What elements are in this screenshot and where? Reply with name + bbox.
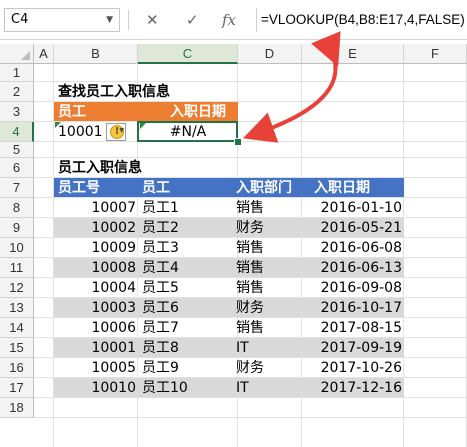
select-all-button[interactable] [0,44,34,64]
table-cell-id: 10005 [91,360,136,376]
table-cell-date: 2016-01-10 [320,200,402,216]
insert-function-icon[interactable]: fx [222,10,236,30]
table-cell-date: 2016-10-17 [320,300,402,316]
row-header-5[interactable]: 5 [0,142,34,158]
row-header-17[interactable]: 17 [0,378,34,398]
row-header-18[interactable]: 18 [0,398,34,418]
table-cell-employee: 员工7 [142,320,179,336]
table-cell-department: 销售 [236,200,264,216]
chevron-down-icon[interactable]: ▼ [106,9,113,31]
lookup-header-date: 入职日期 [170,104,226,120]
table-cell-employee: 员工4 [142,260,179,276]
row-header-8[interactable]: 8 [0,198,34,218]
table-cell-id: 10009 [91,240,136,256]
gridline [34,417,467,418]
fill-handle[interactable] [234,138,242,146]
table-cell-id: 10001 [91,340,136,356]
column-header-a[interactable]: A [34,44,54,64]
table-cell-employee: 员工3 [142,240,179,256]
table-cell-employee: 员工5 [142,280,179,296]
table-cell-department: IT [236,340,249,356]
table-cell-id: 10010 [91,380,136,396]
table-cell-department: 销售 [236,260,264,276]
lookup-title: 查找员工入职信息 [58,84,170,100]
table-cell-date: 2016-09-08 [320,280,402,296]
table-cell-department: IT [236,380,249,396]
table-cell-department: 财务 [236,220,264,236]
table-cell-id: 10003 [91,300,136,316]
chevron-down-icon[interactable]: ▼ [119,127,124,134]
table-cell-date: 2016-05-21 [320,220,402,236]
row-header-13[interactable]: 13 [0,298,34,318]
table-title: 员工入职信息 [58,160,142,176]
column-header-e[interactable]: E [302,44,404,64]
row-header-1[interactable]: 1 [0,64,34,82]
table-cell-employee: 员工6 [142,300,179,316]
name-box-value: C4 [11,12,29,27]
table-cell-department: 财务 [236,300,264,316]
table-cell-date: 2017-12-16 [320,380,402,396]
table-cell-date: 2017-10-26 [320,360,402,376]
table-header-1: 员工 [142,180,170,196]
row-header-16[interactable]: 16 [0,358,34,378]
table-cell-date: 2016-06-13 [320,260,402,276]
table-cell-employee: 员工10 [142,380,188,396]
table-cell-employee: 员工1 [142,200,179,216]
row-header-3[interactable]: 3 [0,102,34,122]
column-header-c[interactable]: C [138,44,238,64]
table-cell-id: 10004 [91,280,136,296]
table-cell-employee: 员工8 [142,340,179,356]
table-cell-date: 2016-06-08 [320,240,402,256]
error-options-button[interactable]: ! ▼ [106,123,126,141]
row-header-11[interactable]: 11 [0,258,34,278]
enter-icon[interactable]: ✓ [186,10,199,30]
column-header-b[interactable]: B [54,44,138,64]
table-cell-date: 2017-09-19 [320,340,402,356]
row-header-4[interactable]: 4 [0,122,34,142]
table-cell-department: 财务 [236,360,264,376]
row-header-2[interactable]: 2 [0,82,34,102]
table-cell-id: 10002 [91,220,136,236]
row-header-10[interactable]: 10 [0,238,34,258]
table-header-3: 入职日期 [314,180,370,196]
row-header-14[interactable]: 14 [0,318,34,338]
table-cell-date: 2017-08-15 [320,320,402,336]
table-cell-department: 销售 [236,280,264,296]
row-header-9[interactable]: 9 [0,218,34,238]
row-header-15[interactable]: 15 [0,338,34,358]
table-cell-department: 销售 [236,320,264,336]
row-header-6[interactable]: 6 [0,158,34,178]
table-header-2: 入职部门 [236,180,292,196]
column-header-f[interactable]: F [404,44,467,64]
name-box[interactable]: C4 ▼ [4,8,120,32]
row-header-7[interactable]: 7 [0,178,34,198]
table-cell-employee: 员工9 [142,360,179,376]
column-header-d[interactable]: D [238,44,302,64]
formula-input[interactable]: =VLOOKUP(B4,B8:E17,4,FALSE) [256,8,466,32]
spreadsheet-grid: ABCDEF 1 2 3 4 5 6 7 8 9 10 11 12 13 14 15 16 17 18 查找员工入… [0,44,467,447]
table-header-0: 员工号 [58,180,100,196]
table-cell-id: 10008 [91,260,136,276]
table-cell-id: 10007 [91,200,136,216]
lookup-result-cell: #N/A [169,124,207,140]
lookup-employee-id-cell: 10001 [58,124,103,140]
table-cell-id: 10006 [91,320,136,336]
lookup-header-employee: 员工 [58,104,86,120]
row-header-12[interactable]: 12 [0,278,34,298]
table-cell-department: 销售 [236,240,264,256]
table-cell-employee: 员工2 [142,220,179,236]
divider [128,10,129,30]
cancel-icon[interactable]: ✕ [146,10,159,30]
formula-bar: C4 ▼ ✕ ✓ fx =VLOOKUP(B4,B8:E17,4,FALSE) [0,0,467,40]
